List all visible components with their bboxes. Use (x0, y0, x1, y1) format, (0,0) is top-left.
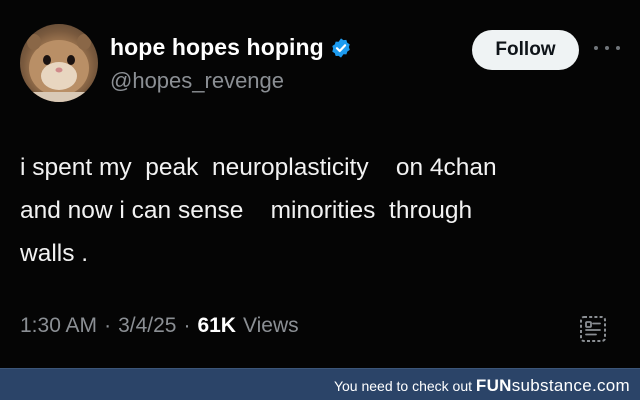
footer-brand-light: substance (511, 376, 592, 395)
footer-text: You need to check out FUNsubstance.com (334, 376, 630, 396)
watermark-footer: You need to check out FUNsubstance.com (0, 368, 640, 400)
author-name-row: hope hopes hoping (110, 34, 352, 61)
reader-mode-icon[interactable] (578, 314, 608, 344)
tweet-card: hope hopes hoping @hopes_revenge Follow … (0, 0, 640, 368)
hamster-avatar-icon (20, 34, 98, 102)
more-dot (616, 46, 620, 50)
tweet-text: i spent my peak neuroplasticity on 4chan… (20, 154, 497, 267)
footer-brand-suffix: .com (591, 376, 630, 395)
tweet-time[interactable]: 1:30 AM (20, 314, 97, 338)
meta-separator: · (104, 314, 112, 337)
tweet-meta: 1:30 AM · 3/4/25 · 61K Views (20, 314, 299, 338)
more-dot (605, 46, 609, 50)
avatar[interactable] (20, 24, 98, 102)
more-options-icon[interactable] (594, 38, 620, 58)
more-dot (594, 46, 598, 50)
views-label: Views (242, 314, 299, 337)
tweet-date[interactable]: 3/4/25 (118, 314, 176, 338)
footer-brand-bold: FUN (475, 376, 512, 395)
views-count: 61K (197, 314, 236, 337)
author-handle[interactable]: @hopes_revenge (110, 68, 284, 94)
meta-separator: · (183, 314, 191, 337)
verified-badge-icon (332, 37, 350, 58)
follow-button[interactable]: Follow (472, 30, 579, 70)
author-display-name[interactable]: hope hopes hoping (110, 34, 324, 61)
footer-brand[interactable]: FUNsubstance.com (476, 376, 630, 395)
screenshot-frame: hope hopes hoping @hopes_revenge Follow … (0, 0, 640, 400)
footer-prefix: You need to check out (333, 378, 476, 394)
